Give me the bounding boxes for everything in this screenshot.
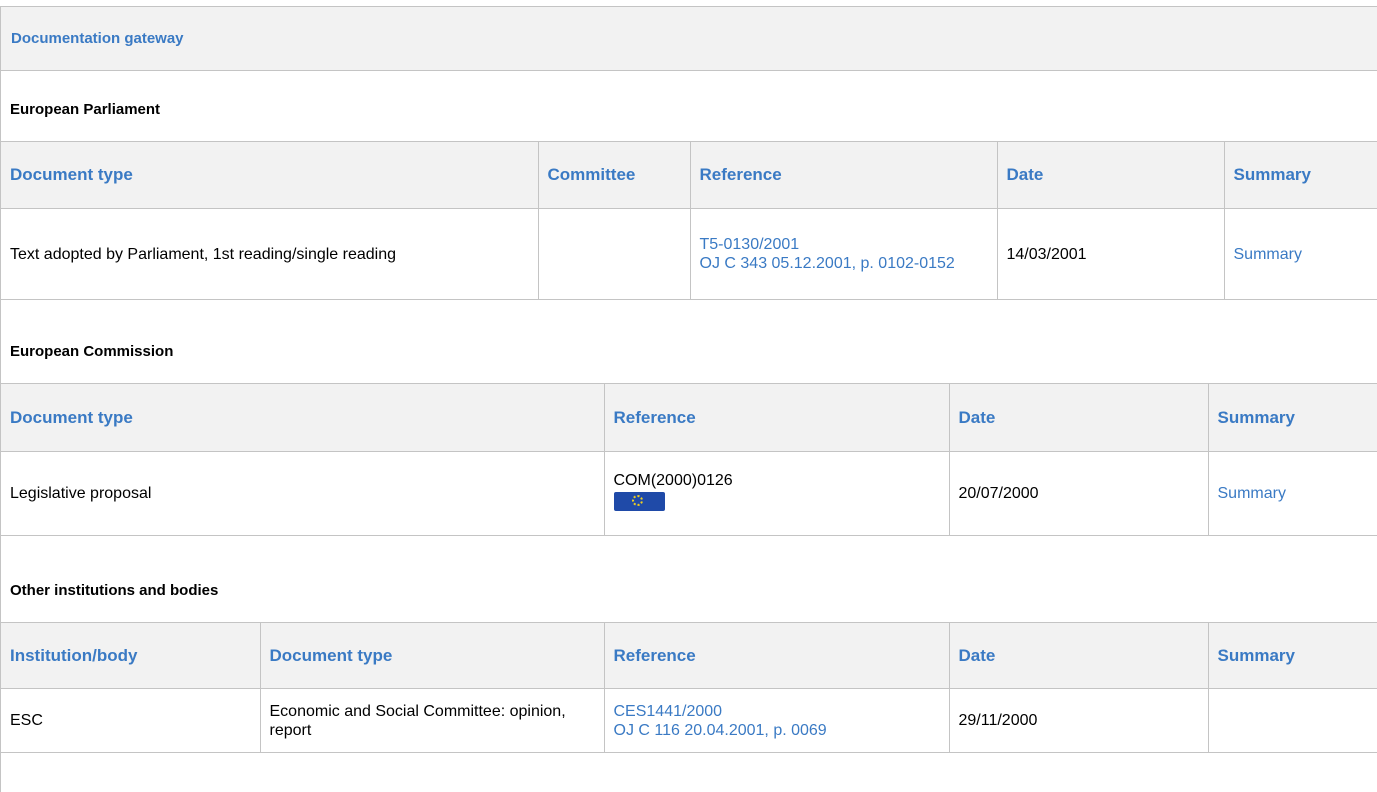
reference-text: COM(2000)0126 (613, 472, 733, 489)
other-institutions-table: Institution/body Document type Reference… (1, 622, 1377, 753)
column-header-date: Date (948, 622, 1208, 689)
table-header-row: Institution/body Document type Reference… (1, 622, 1377, 689)
column-header-committee: Committee (537, 141, 690, 209)
gateway-header: Documentation gateway (1, 7, 1377, 71)
column-header-date: Date (948, 383, 1208, 452)
cell-summary: Summary (1223, 208, 1377, 300)
column-header-document-type: Document type (259, 622, 604, 689)
cell-document-type: Text adopted by Parliament, 1st reading/… (1, 208, 538, 300)
column-header-date: Date (996, 141, 1224, 209)
cell-institution: ESC (1, 688, 260, 753)
cell-reference: COM(2000)0126 (603, 451, 949, 536)
eu-flag-icon[interactable] (613, 492, 665, 511)
cell-document-type: Economic and Social Committee: opinion, … (259, 688, 604, 753)
column-header-document-type: Document type (1, 141, 538, 209)
oj-reference-link[interactable]: OJ C 343 05.12.2001, p. 0102-0152 (700, 254, 988, 273)
gateway-title[interactable]: Documentation gateway (11, 30, 184, 47)
cell-summary: Summary (1207, 451, 1377, 536)
column-header-summary: Summary (1207, 383, 1377, 452)
table-row: Legislative proposal COM(2000)0126 20/07… (1, 451, 1377, 536)
table-header-row: Document type Committee Reference Date S… (1, 141, 1377, 209)
table-header-row: Document type Reference Date Summary (1, 383, 1377, 452)
summary-link[interactable]: Summary (1218, 485, 1286, 502)
parliament-table: Document type Committee Reference Date S… (1, 141, 1377, 300)
table-row: Text adopted by Parliament, 1st reading/… (1, 208, 1377, 300)
commission-table: Document type Reference Date Summary Leg… (1, 383, 1377, 536)
cell-document-type: Legislative proposal (1, 451, 604, 536)
column-header-summary: Summary (1207, 622, 1377, 689)
section-title-parliament: European Parliament (10, 101, 161, 118)
column-header-document-type: Document type (1, 383, 604, 452)
section-title-other: Other institutions and bodies (10, 582, 219, 599)
reference-link[interactable]: T5-0130/2001 (700, 235, 988, 254)
cell-date: 29/11/2000 (948, 688, 1208, 753)
oj-reference-link[interactable]: OJ C 116 20.04.2001, p. 0069 (614, 721, 940, 740)
cell-committee (537, 208, 690, 300)
section-title-commission: European Commission (10, 343, 174, 360)
summary-link[interactable]: Summary (1234, 246, 1302, 263)
column-header-reference: Reference (689, 141, 997, 209)
column-header-institution: Institution/body (1, 622, 260, 689)
cell-reference: CES1441/2000 OJ C 116 20.04.2001, p. 006… (603, 688, 949, 753)
table-row: ESC Economic and Social Committee: opini… (1, 688, 1377, 753)
column-header-reference: Reference (603, 383, 949, 452)
column-header-summary: Summary (1223, 141, 1377, 209)
cell-reference: T5-0130/2001 OJ C 343 05.12.2001, p. 010… (689, 208, 997, 300)
cell-summary (1207, 688, 1377, 753)
cell-date: 20/07/2000 (948, 451, 1208, 536)
reference-link[interactable]: CES1441/2000 (614, 702, 940, 721)
cell-date: 14/03/2001 (996, 208, 1224, 300)
column-header-reference: Reference (603, 622, 949, 689)
